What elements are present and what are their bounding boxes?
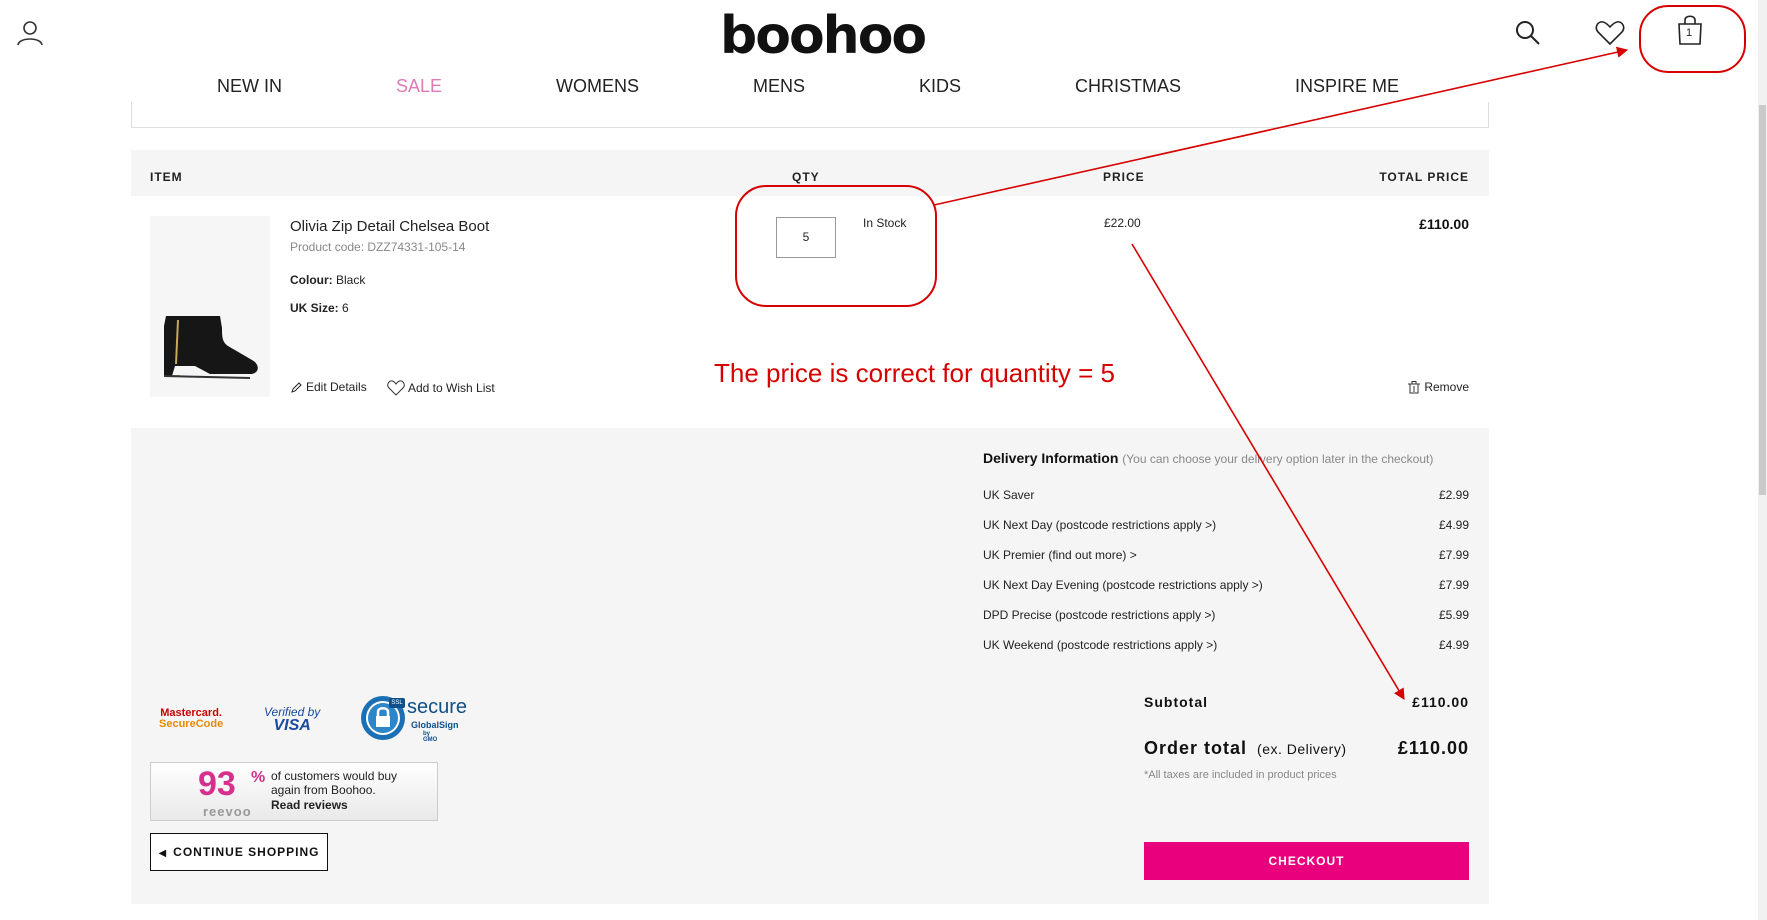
delivery-option-name[interactable]: UK Next Day (postcode restrictions apply… (983, 518, 1216, 532)
nav-new-in[interactable]: NEW IN (217, 76, 282, 97)
colour-value: Black (336, 273, 366, 287)
reevoo-percent-sign: % (251, 769, 266, 786)
delivery-option[interactable]: UK Premier (find out more) > £7.99 (983, 548, 1469, 566)
delivery-option-price: £4.99 (1438, 518, 1469, 532)
remove-label: Remove (1424, 380, 1469, 394)
delivery-option[interactable]: UK Weekend (postcode restrictions apply … (983, 638, 1469, 656)
main-nav: NEW IN SALE WOMENS MENS KIDS CHRISTMAS I… (0, 76, 1767, 102)
basket-item-row: Olivia Zip Detail Chelsea Boot Product c… (131, 196, 1489, 428)
delivery-option-name: UK Saver (983, 488, 1035, 502)
product-name[interactable]: Olivia Zip Detail Chelsea Boot (290, 218, 489, 235)
verified-by-visa-logo: Verified by VISA (264, 705, 320, 734)
remove-button[interactable]: Remove (1408, 380, 1469, 394)
edit-details-link[interactable]: Edit Details (290, 380, 367, 394)
colour-label: Colour: (290, 273, 333, 287)
delivery-option-price: £4.99 (1438, 638, 1469, 652)
reevoo-text: of customers would buy again from Boohoo… (271, 769, 398, 797)
nav-mens[interactable]: MENS (753, 76, 805, 97)
product-colour: Colour: Black (290, 273, 365, 287)
trash-icon (1408, 380, 1421, 393)
product-code: Product code: DZZ74331-105-14 (290, 240, 466, 254)
delivery-option-name[interactable]: DPD Precise (postcode restrictions apply… (983, 608, 1215, 622)
continue-shopping-button[interactable]: ◀ CONTINUE SHOPPING (150, 833, 328, 871)
unit-price: £22.00 (1104, 216, 1141, 230)
delivery-option: UK Saver £2.99 (983, 488, 1469, 506)
read-reviews-link[interactable]: Read reviews (271, 798, 348, 812)
reevoo-brand: reevoo (203, 804, 252, 819)
header-qty: QTY (792, 170, 820, 184)
continue-shopping-label: CONTINUE SHOPPING (173, 845, 320, 859)
ssl-label: SSL (389, 698, 405, 708)
heart-icon[interactable] (1595, 20, 1625, 46)
nav-womens[interactable]: WOMENS (556, 76, 639, 97)
size-label: UK Size: (290, 301, 339, 315)
shopping-bag-button[interactable]: 1 (1675, 14, 1705, 46)
order-total-suffix: (ex. Delivery) (1257, 741, 1347, 757)
search-icon[interactable] (1515, 20, 1541, 46)
edit-details-label: Edit Details (306, 380, 367, 394)
order-total-value: £110.00 (1397, 738, 1469, 758)
delivery-option-name[interactable]: UK Weekend (postcode restrictions apply … (983, 638, 1217, 652)
header-price: PRICE (1103, 170, 1145, 184)
ssl-secure-text: secure (407, 696, 468, 718)
subtotal-value: £110.00 (1412, 694, 1469, 710)
reevoo-widget[interactable]: 93 % reevoo of customers would buy again… (150, 762, 438, 821)
quantity-input[interactable]: 5 (776, 217, 836, 258)
delivery-option[interactable]: UK Next Day (postcode restrictions apply… (983, 518, 1469, 536)
nav-christmas[interactable]: CHRISTMAS (1075, 76, 1181, 97)
delivery-option[interactable]: DPD Precise (postcode restrictions apply… (983, 608, 1469, 626)
wishlist-label: Add to Wish List (408, 381, 495, 395)
line-total-price: £110.00 (1419, 216, 1469, 232)
basket-summary: Delivery Information (You can choose you… (131, 428, 1489, 904)
nav-kids[interactable]: KIDS (919, 76, 961, 97)
delivery-option[interactable]: UK Next Day Evening (postcode restrictio… (983, 578, 1469, 596)
annotation-text: The price is correct for quantity = 5 (714, 358, 1116, 388)
order-total-title: Order total (1144, 738, 1248, 758)
product-image[interactable] (150, 216, 270, 397)
nav-sale[interactable]: SALE (396, 76, 442, 97)
nav-inspire-me[interactable]: INSPIRE ME (1295, 76, 1399, 97)
caret-left-icon: ◀ (158, 848, 168, 859)
delivery-option-name[interactable]: UK Next Day Evening (postcode restrictio… (983, 578, 1263, 592)
reevoo-percent: 93 (198, 765, 236, 803)
boohoo-logo[interactable]: boohoo (720, 6, 927, 66)
delivery-option-price: £5.99 (1438, 608, 1469, 622)
tax-note: *All taxes are included in product price… (1144, 769, 1337, 781)
add-to-wishlist-link[interactable]: Add to Wish List (387, 380, 495, 396)
bag-count: 1 (1686, 27, 1693, 39)
checkout-button[interactable]: CHECKOUT (1144, 842, 1469, 880)
page: boohoo 1 NEW IN SALE WOMENS MENS KIDS CH… (0, 0, 1767, 920)
previous-section-box (131, 102, 1489, 128)
user-icon[interactable] (16, 20, 44, 46)
securecode-text: SecureCode (159, 718, 224, 730)
scrollbar-thumb[interactable] (1759, 105, 1766, 495)
delivery-option-price: £7.99 (1438, 548, 1469, 562)
header-item: ITEM (150, 170, 183, 184)
globalsign-text: GlobalSign (411, 720, 459, 730)
chelsea-boot-image (163, 316, 258, 379)
header-total-price: TOTAL PRICE (1379, 170, 1469, 184)
delivery-option-price: £7.99 (1438, 578, 1469, 592)
visa-text: VISA (273, 717, 311, 734)
delivery-option-name[interactable]: UK Premier (find out more) > (983, 548, 1137, 562)
scrollbar[interactable] (1758, 0, 1767, 920)
gmo-text: by GMO (423, 731, 438, 743)
delivery-info-title: Delivery Information (983, 450, 1119, 466)
subtotal-label: Subtotal (1144, 694, 1208, 710)
delivery-info-note: (You can choose your delivery option lat… (1122, 452, 1434, 466)
size-value: 6 (342, 301, 349, 315)
delivery-info-heading: Delivery Information (You can choose you… (983, 450, 1433, 466)
order-total-label: Order total (ex. Delivery) (1144, 738, 1347, 759)
delivery-option-price: £2.99 (1438, 488, 1469, 502)
stock-status: In Stock (863, 216, 907, 230)
pencil-icon (291, 381, 302, 393)
basket-table-header: ITEM QTY PRICE TOTAL PRICE (131, 150, 1489, 196)
ssl-secure-badge: SSL secure GlobalSign by GMO (359, 694, 467, 747)
product-size: UK Size: 6 (290, 301, 349, 315)
mastercard-securecode-logo: Mastercard. SecureCode (159, 708, 223, 730)
heart-icon (387, 380, 405, 396)
